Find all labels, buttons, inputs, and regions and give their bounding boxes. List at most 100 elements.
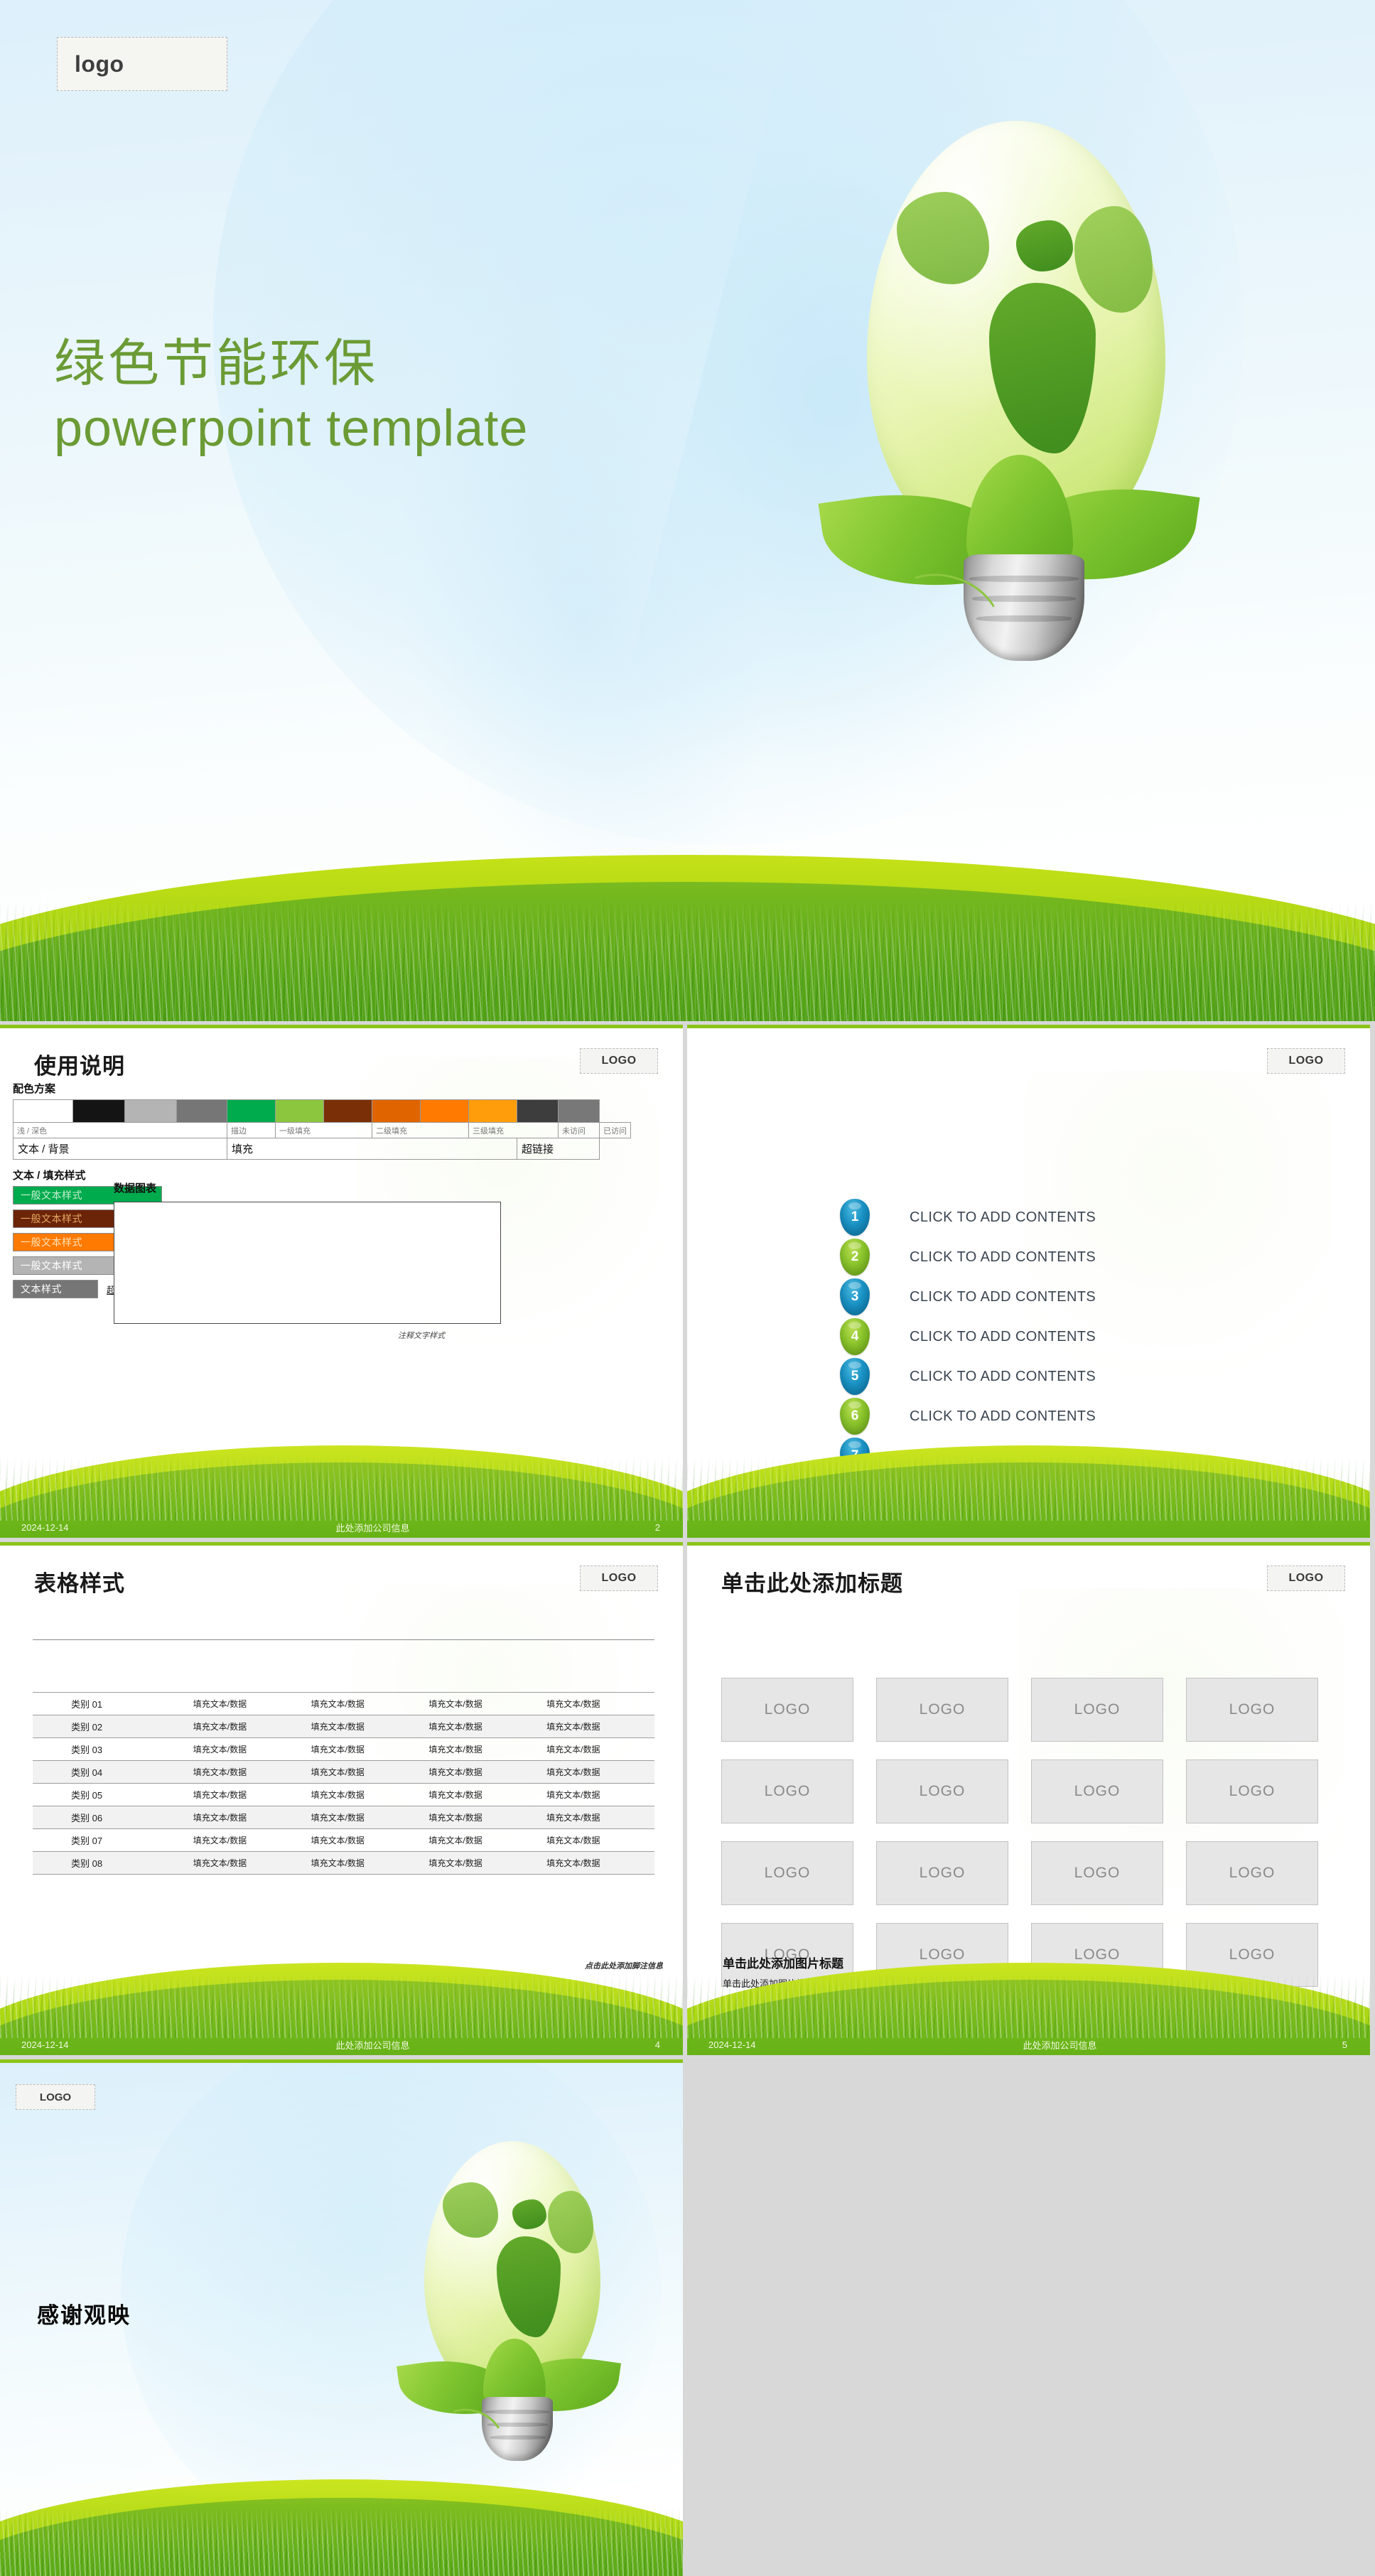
text-fill-styles-label: 文本 / 填充样式	[13, 1170, 86, 1182]
logo-cell[interactable]: LOGO	[876, 1841, 1008, 1905]
cover-title-block: 绿色节能环保 powerpoint template	[54, 334, 528, 459]
list-item-label: CLICK TO ADD CONTENTS	[910, 1328, 1096, 1344]
logo-label: LOGO	[1288, 1055, 1324, 1067]
table-cell: 填充文本/数据	[419, 1692, 537, 1715]
logo-placeholder[interactable]: LOGO	[1267, 1565, 1345, 1591]
swatch-label-fill1: 一级填充	[275, 1122, 372, 1138]
table-cell: 填充文本/数据	[183, 1851, 301, 1875]
table-cell: 填充文本/数据	[301, 1828, 419, 1852]
table-cell: 填充文本/数据	[183, 1692, 301, 1715]
logo-cell[interactable]: LOGO	[1186, 1841, 1318, 1905]
list-item[interactable]: 1 CLICK TO ADD CONTENTS	[840, 1197, 1096, 1237]
swatch-light	[13, 1099, 73, 1123]
logo-placeholder[interactable]: LOGO	[1267, 1048, 1345, 1074]
list-item[interactable]: 3 CLICK TO ADD CONTENTS	[840, 1277, 1096, 1317]
logo-placeholder[interactable]: LOGO	[580, 1048, 658, 1074]
table-cell-category: 类别 07	[33, 1828, 183, 1852]
slide-footer	[687, 1445, 1370, 1538]
table-header-spacer	[33, 1639, 654, 1693]
list-item[interactable]: 6 CLICK TO ADD CONTENTS	[840, 1396, 1096, 1436]
table-cell-category: 类别 03	[33, 1737, 183, 1761]
swatch-label-visited: 已访问	[599, 1122, 631, 1138]
table-cell-category: 类别 06	[33, 1806, 183, 1829]
swatch-row	[13, 1099, 631, 1123]
number-badge-icon: 4	[840, 1318, 870, 1355]
grass-band	[0, 851, 1375, 1021]
cover-subtitle: powerpoint template	[54, 399, 529, 457]
logo-cell[interactable]: LOGO	[1031, 1678, 1163, 1742]
footer-page-number: 5	[1342, 2039, 1347, 2050]
footer-grass	[687, 1974, 1370, 2038]
list-item-label: CLICK TO ADD CONTENTS	[910, 1209, 1096, 1225]
logo-cell[interactable]: LOGO	[721, 1759, 853, 1823]
logo-cell[interactable]: LOGO	[876, 1678, 1008, 1742]
footer-text-row: 2024-12-14 此处添加公司信息 5	[687, 2038, 1370, 2052]
color-scheme-label: 配色方案	[13, 1083, 56, 1095]
swatch-label-fill3: 三级填充	[468, 1122, 559, 1138]
grass-blades	[0, 900, 1375, 1021]
slide-usage-instructions: 使用说明 LOGO 配色方案 浅 / 深色 描边 一级填充 二级填充 三级填充 …	[0, 1025, 683, 1538]
color-scheme-table: 浅 / 深色 描边 一级填充 二级填充 三级填充 未访问 已访问 文本 / 背景…	[13, 1099, 631, 1160]
swatch-link-visited	[558, 1099, 600, 1123]
table-cell: 填充文本/数据	[419, 1851, 537, 1875]
table-row: 类别 08 填充文本/数据 填充文本/数据 填充文本/数据 填充文本/数据	[33, 1851, 654, 1875]
logo-label: LOGO	[39, 2091, 72, 2103]
logo-cell[interactable]: LOGO	[721, 1678, 853, 1742]
page-title: 单击此处添加标题	[721, 1571, 903, 1596]
data-table: 类别 01 填充文本/数据 填充文本/数据 填充文本/数据 填充文本/数据 类别…	[33, 1639, 654, 1875]
logo-cell[interactable]: LOGO	[721, 1841, 853, 1905]
footer-page-number: 4	[654, 2039, 660, 2050]
number-badge-icon: 3	[840, 1278, 870, 1315]
table-row: 类别 01 填充文本/数据 填充文本/数据 填充文本/数据 填充文本/数据	[33, 1692, 654, 1715]
table-cell: 填充文本/数据	[536, 1828, 654, 1852]
footer-text-row: 2024-12-14 此处添加公司信息 2	[0, 1521, 683, 1534]
table-cell: 填充文本/数据	[419, 1806, 537, 1829]
table-cell: 填充文本/数据	[419, 1760, 537, 1784]
continent-europe	[512, 2199, 546, 2229]
logo-placeholder[interactable]: LOGO	[580, 1565, 658, 1591]
cover-logo-label: logo	[75, 50, 124, 77]
footer-date: 2024-12-14	[708, 2039, 756, 2050]
swatch-label-unvisited: 未访问	[558, 1122, 600, 1138]
list-item-label: CLICK TO ADD CONTENTS	[910, 1288, 1096, 1305]
table-cell-category: 类别 08	[33, 1851, 183, 1875]
table-cell: 填充文本/数据	[183, 1760, 301, 1784]
logo-cell[interactable]: LOGO	[1186, 1678, 1318, 1742]
swatch-fill3-a	[420, 1099, 469, 1123]
table-row: 类别 07 填充文本/数据 填充文本/数据 填充文本/数据 填充文本/数据	[33, 1828, 654, 1852]
cover-title: 绿色节能环保	[54, 335, 379, 392]
swatch-label-fill2: 二级填充	[372, 1122, 469, 1138]
table-row: 类别 05 填充文本/数据 填充文本/数据 填充文本/数据 填充文本/数据	[33, 1783, 654, 1806]
logo-cell[interactable]: LOGO	[1031, 1759, 1163, 1823]
number-badge-icon: 5	[840, 1358, 870, 1395]
list-item[interactable]: 2 CLICK TO ADD CONTENTS	[840, 1237, 1096, 1277]
logo-cell[interactable]: LOGO	[1031, 1841, 1163, 1905]
swatch-label-stroke: 描边	[227, 1122, 276, 1138]
cover-logo-placeholder[interactable]: logo	[57, 37, 227, 91]
fill-chip-label: 文本样式	[21, 1283, 62, 1295]
table-cell: 填充文本/数据	[419, 1783, 537, 1806]
footer-company: 此处添加公司信息	[335, 1523, 410, 1534]
list-item[interactable]: 4 CLICK TO ADD CONTENTS	[840, 1317, 1096, 1357]
footer-text-row: 2024-12-14 此处添加公司信息 4	[0, 2038, 683, 2052]
logo-placeholder[interactable]: LOGO	[16, 2084, 95, 2110]
table-row: 类别 06 填充文本/数据 填充文本/数据 填充文本/数据 填充文本/数据	[33, 1806, 654, 1829]
table-cell-category: 类别 01	[33, 1692, 183, 1715]
bulb-base-ring-1	[485, 2410, 549, 2414]
page-title: 使用说明	[34, 1054, 125, 1079]
data-chart-placeholder[interactable]	[114, 1202, 501, 1324]
table-cell: 填充文本/数据	[536, 1760, 654, 1784]
footer-page-number: 2	[654, 1522, 660, 1533]
cover-slide: logo 绿色节能环保 powerpoint template	[0, 0, 1375, 1021]
list-item[interactable]: 5 CLICK TO ADD CONTENTS	[840, 1357, 1096, 1396]
meaning-text-background: 文本 / 背景	[13, 1138, 227, 1160]
table-row: 类别 02 填充文本/数据 填充文本/数据 填充文本/数据 填充文本/数据	[33, 1715, 654, 1738]
fill-chip-dark[interactable]: 文本样式	[13, 1280, 98, 1298]
logo-cell[interactable]: LOGO	[1186, 1759, 1318, 1823]
eco-bulb-illustration	[803, 121, 1200, 796]
list-item-label: CLICK TO ADD CONTENTS	[910, 1408, 1096, 1424]
footer-company: 此处添加公司信息	[335, 2040, 410, 2051]
swatch-light-alt	[124, 1099, 177, 1123]
list-item-label: CLICK TO ADD CONTENTS	[910, 1249, 1096, 1265]
logo-cell[interactable]: LOGO	[876, 1759, 1008, 1823]
